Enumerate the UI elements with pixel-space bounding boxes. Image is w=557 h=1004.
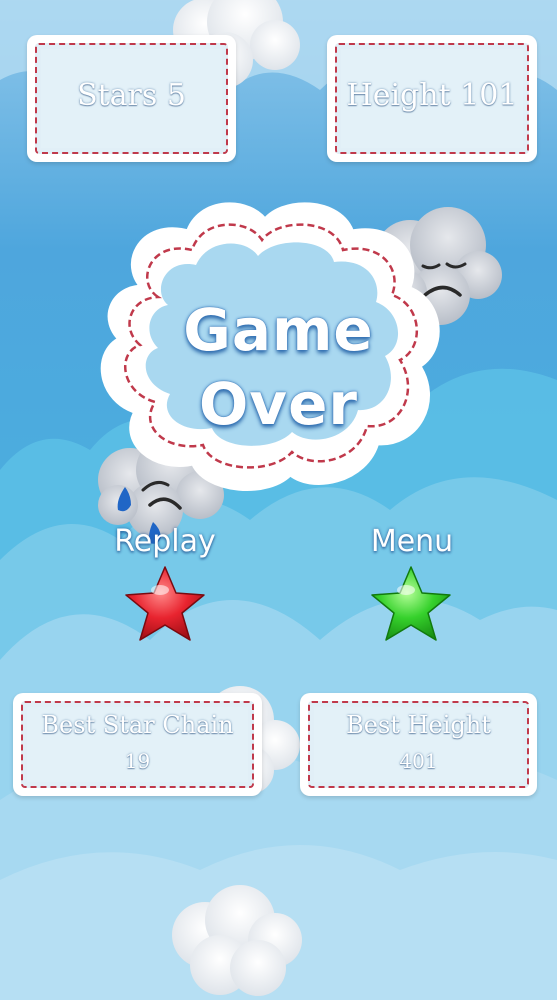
height-value: Height 101 <box>346 78 518 113</box>
game-over-title-line2: Over <box>198 370 359 438</box>
game-scene: Game Over Stars 5 Height 101 Replay Menu… <box>0 0 557 1001</box>
best-star-chain-value: 19 <box>124 749 151 773</box>
stars-count: Stars 5 <box>77 78 186 113</box>
best-star-chain-label: Best Star Chain <box>41 711 234 739</box>
best-height-label: Best Height <box>346 711 491 739</box>
best-height-panel: Best Height 401 <box>300 693 537 796</box>
replay-button[interactable]: Replay <box>95 524 235 559</box>
height-panel: Height 101 <box>327 35 537 162</box>
game-over-title-line1: Game <box>183 296 374 364</box>
menu-button[interactable]: Menu <box>342 524 482 559</box>
stars-panel: Stars 5 <box>27 35 236 162</box>
best-height-value: 401 <box>399 749 438 773</box>
best-star-chain-panel: Best Star Chain 19 <box>13 693 262 796</box>
